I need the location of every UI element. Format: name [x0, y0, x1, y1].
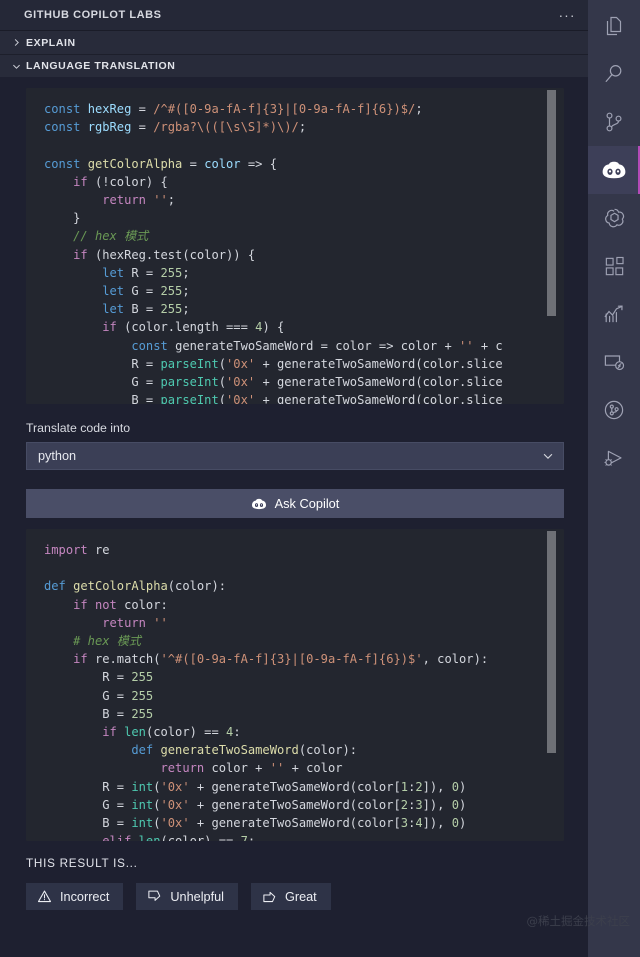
section-label-explain: EXPLAIN — [26, 36, 76, 49]
ask-copilot-button[interactable]: Ask Copilot — [26, 489, 564, 518]
copilot-icon — [251, 497, 267, 511]
result-code-text: import re def getColorAlpha(color): if n… — [44, 543, 489, 841]
activity-item-openai[interactable] — [588, 194, 640, 242]
ask-copilot-label: Ask Copilot — [274, 496, 340, 511]
scrollbar-thumb[interactable] — [547, 90, 556, 316]
panel-header: GITHUB COPILOT LABS ··· — [0, 0, 588, 31]
source-code-text: const hexReg = /^#([0-9a-fA-f]{3}|[0-9a-… — [44, 102, 503, 404]
section-header-language-translation[interactable]: LANGUAGE TRANSLATION — [0, 54, 588, 77]
target-language-select[interactable]: python — [26, 442, 564, 470]
section-label-language-translation: LANGUAGE TRANSLATION — [26, 60, 176, 72]
feedback-buttons: Incorrect Unhelpful Great — [26, 883, 588, 910]
language-translation-body: const hexReg = /^#([0-9a-fA-f]{3}|[0-9a-… — [0, 77, 588, 957]
activity-item-extensions[interactable] — [588, 242, 640, 290]
copilot-icon — [601, 159, 627, 181]
thumbs-up-icon — [262, 889, 277, 904]
thumbs-down-icon — [147, 889, 162, 904]
feedback-unhelpful-label: Unhelpful — [170, 889, 224, 904]
chevron-down-icon — [8, 58, 24, 74]
activity-bar — [588, 0, 640, 957]
source-control-icon — [602, 110, 626, 134]
more-actions-button[interactable]: ··· — [556, 5, 578, 25]
feedback-section: THIS RESULT IS... Incorrect Unhelpful Gr… — [0, 841, 588, 910]
feedback-great-label: Great — [284, 889, 317, 904]
result-code-scrollbar[interactable] — [546, 529, 556, 841]
activity-item-run-and-debug[interactable] — [588, 434, 640, 482]
remote-screen-icon — [602, 350, 626, 374]
page-title: GITHUB COPILOT LABS — [24, 9, 162, 21]
feedback-great-button[interactable]: Great — [250, 883, 331, 910]
chart-arrow-icon — [602, 302, 626, 326]
openai-icon — [602, 206, 627, 231]
feedback-incorrect-label: Incorrect — [60, 889, 110, 904]
source-code-block[interactable]: const hexReg = /^#([0-9a-fA-f]{3}|[0-9a-… — [26, 88, 564, 404]
warning-triangle-icon — [37, 889, 52, 904]
search-icon — [602, 62, 626, 86]
section-header-explain[interactable]: EXPLAIN — [0, 31, 588, 54]
activity-item-search[interactable] — [588, 50, 640, 98]
circle-graph-icon — [602, 398, 626, 422]
activity-item-explorer[interactable] — [588, 2, 640, 50]
extensions-icon — [603, 255, 626, 278]
copilot-labs-panel: GITHUB COPILOT LABS ··· EXPLAIN LANGUAGE… — [0, 0, 630, 957]
chevron-right-icon — [8, 35, 24, 51]
copilot-labs-window: GITHUB COPILOT LABS ··· EXPLAIN LANGUAGE… — [0, 0, 640, 957]
source-code-scrollbar[interactable] — [546, 88, 556, 404]
activity-item-analytics[interactable] — [588, 290, 640, 338]
activity-item-copilot-labs[interactable] — [588, 146, 640, 194]
scrollbar-thumb[interactable] — [547, 531, 556, 753]
result-code-block[interactable]: import re def getColorAlpha(color): if n… — [26, 529, 564, 841]
activity-item-testing[interactable] — [588, 386, 640, 434]
translate-label: Translate code into — [26, 421, 131, 435]
feedback-unhelpful-button[interactable]: Unhelpful — [136, 883, 238, 910]
feedback-title: THIS RESULT IS... — [26, 857, 138, 870]
activity-item-source-control[interactable] — [588, 98, 640, 146]
chevron-down-icon — [541, 449, 555, 463]
run-debug-icon — [602, 446, 626, 470]
feedback-incorrect-button[interactable]: Incorrect — [26, 883, 124, 910]
files-icon — [602, 14, 626, 38]
target-language-value: python — [38, 449, 77, 463]
activity-item-remote-explorer[interactable] — [588, 338, 640, 386]
